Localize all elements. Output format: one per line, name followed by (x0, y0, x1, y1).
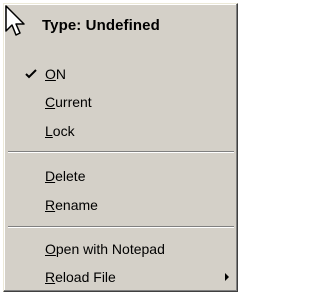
menu-item-reload-file[interactable]: Reload File (8, 263, 233, 291)
menu-item-on[interactable]: ON (8, 60, 233, 88)
menu-item-label: Current (45, 94, 92, 110)
menu-item-open-with-notepad[interactable]: Open with Notepad (8, 235, 233, 263)
menu-title: Type: Undefined (42, 17, 160, 34)
submenu-arrow-icon (225, 273, 229, 281)
menu-item-lock[interactable]: Lock (8, 117, 233, 145)
menu-item-label: Delete (45, 168, 86, 184)
context-menu: Type: Undefined ON Current Lock Delete R… (3, 3, 238, 292)
menu-separator (8, 226, 234, 228)
checkmark-icon (25, 69, 37, 79)
menu-item-current[interactable]: Current (8, 88, 233, 116)
menu-item-delete[interactable]: Delete (8, 162, 233, 190)
arrow-pointer-icon (5, 5, 25, 36)
menu-item-label: Rename (45, 197, 98, 213)
menu-item-rename[interactable]: Rename (8, 191, 233, 219)
menu-item-label: Reload File (45, 269, 116, 285)
menu-item-label: ON (45, 66, 67, 82)
menu-separator (8, 151, 234, 153)
menu-item-label: Lock (45, 123, 75, 139)
menu-item-label: Open with Notepad (45, 241, 165, 257)
